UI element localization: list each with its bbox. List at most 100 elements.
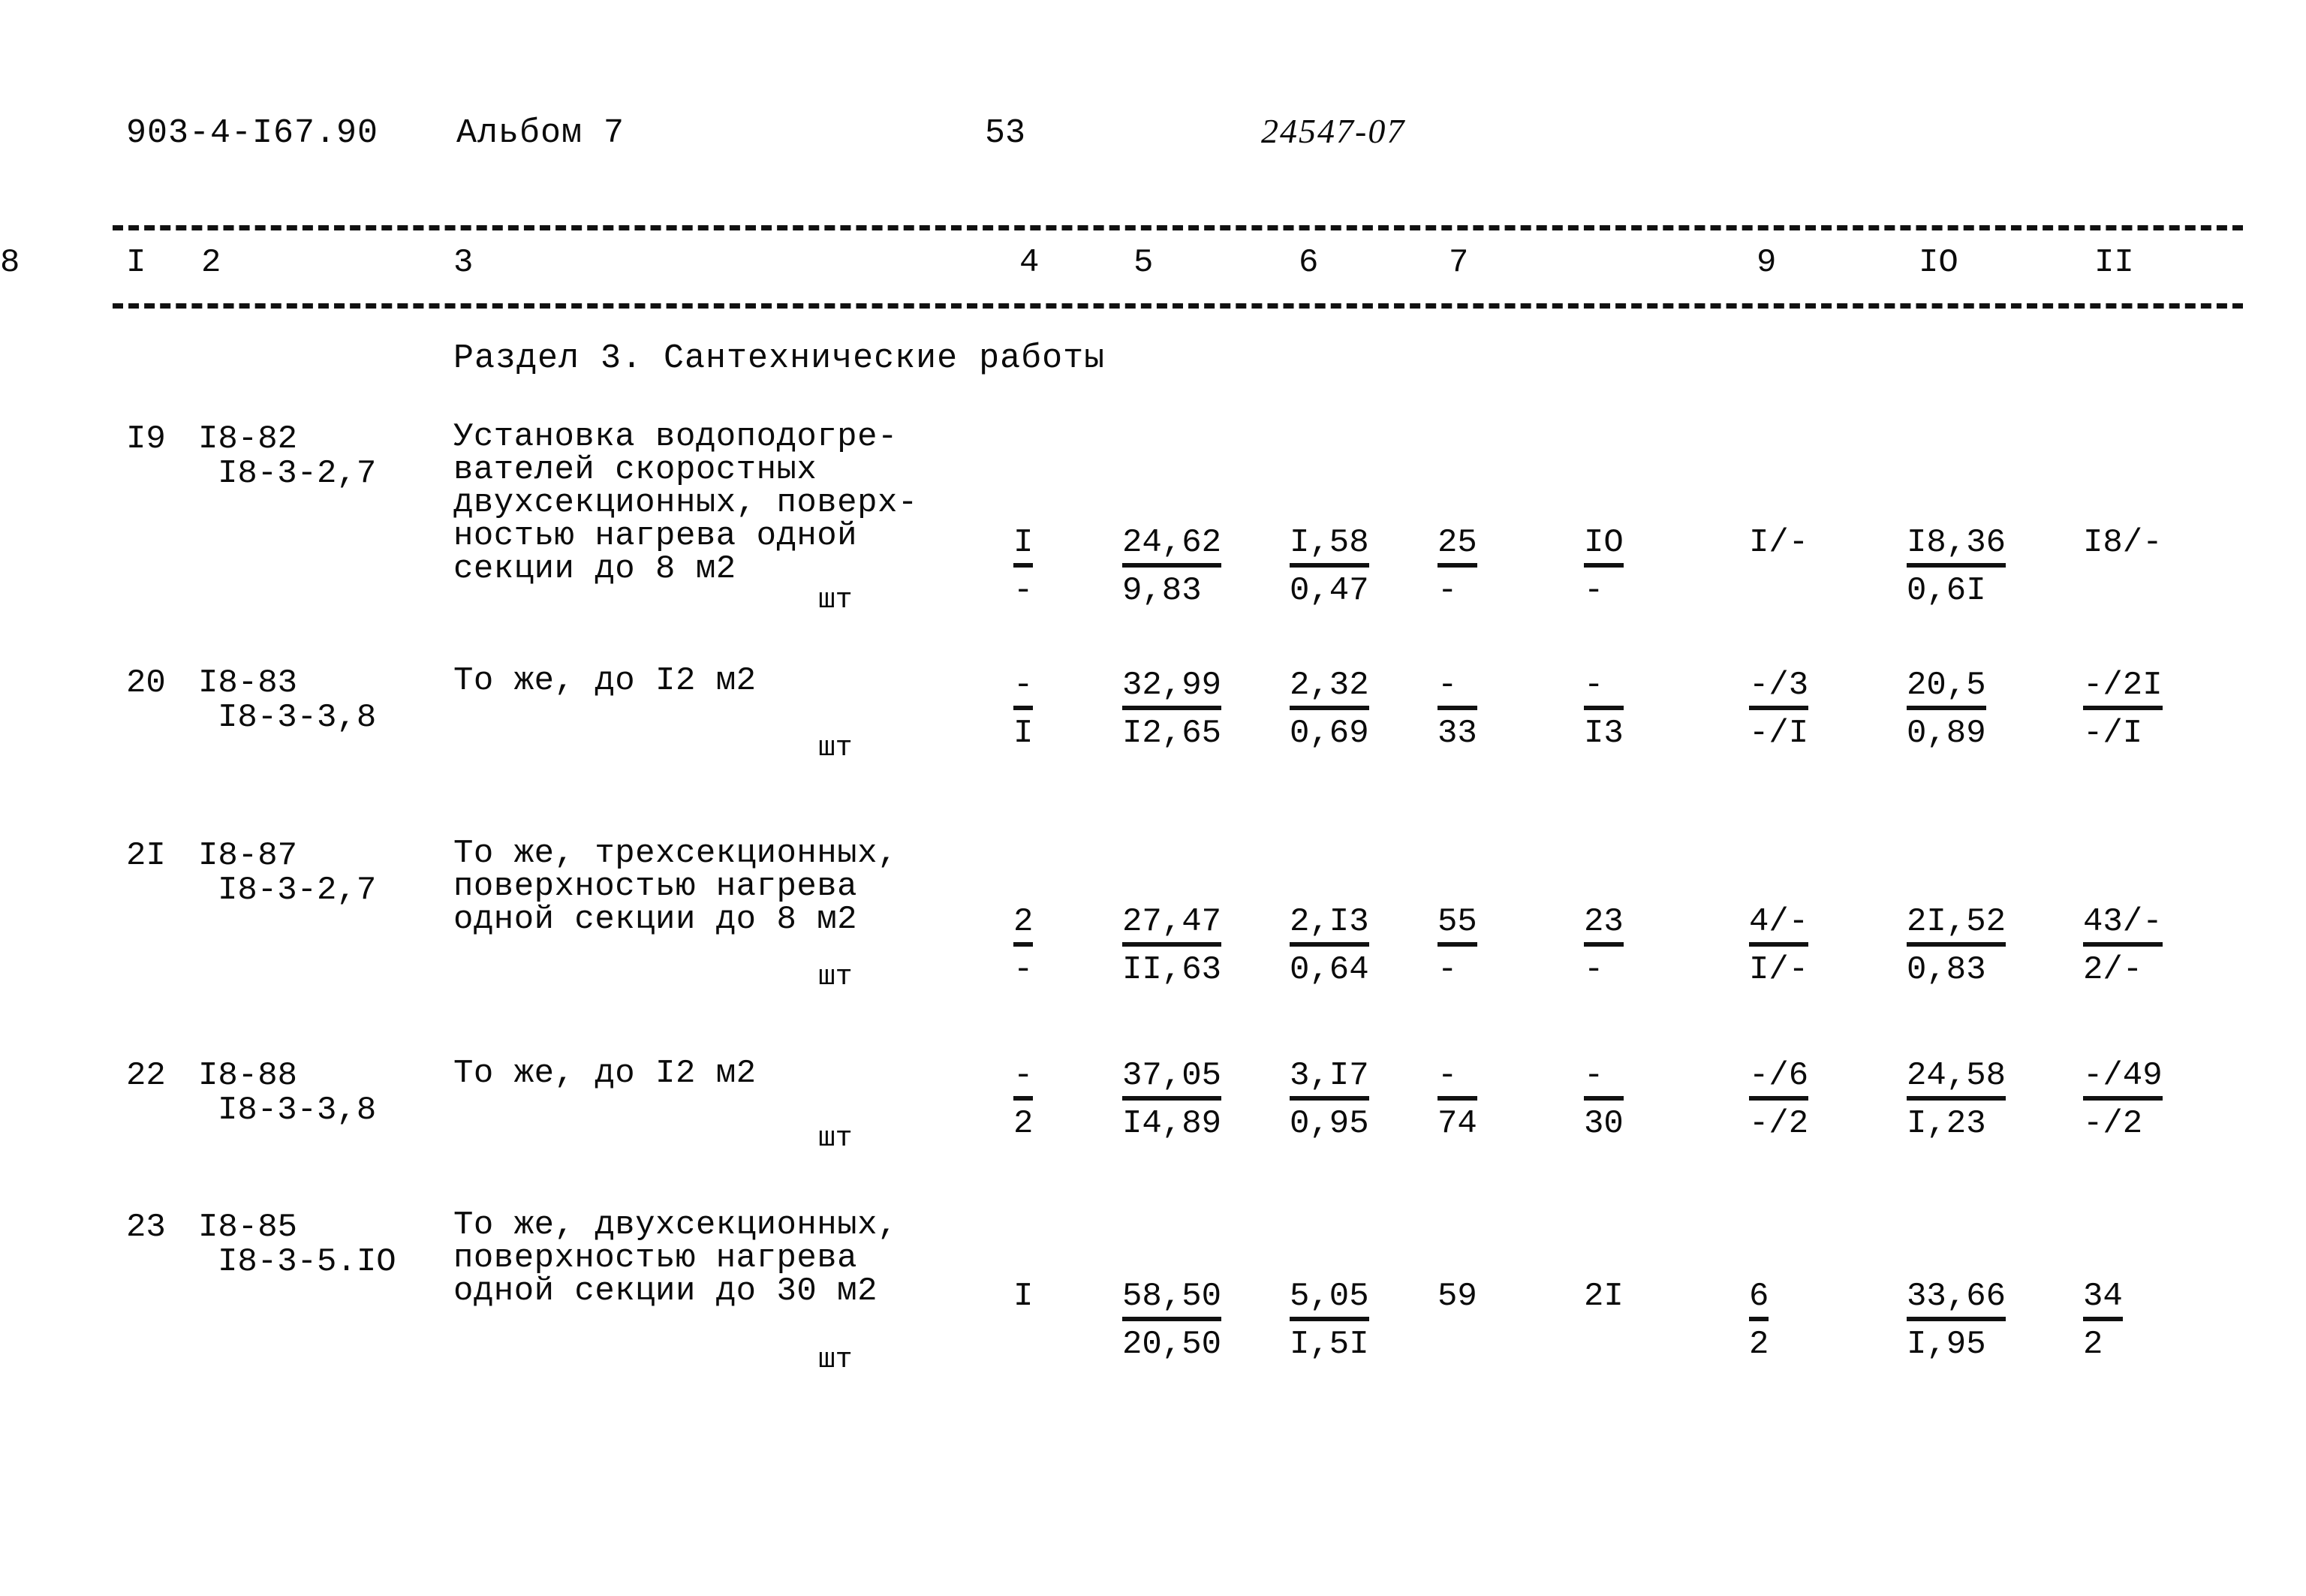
cell-value-lower: I [1013,715,1034,752]
cell-value-upper: - [1437,1057,1477,1101]
cell-col6: 2,I3 0,64 [1290,903,1369,989]
description-line: То же, трехсекционных, [453,835,898,872]
cell-value-lower: I2,65 [1122,715,1222,752]
norm-code-primary: I8-82 [198,420,298,458]
cell-col9: 62 [1749,1278,1769,1363]
cell-value-lower: 0,89 [1907,715,1986,752]
document-page: 903-4-I67.90 Альбом 7 53 24547-07 I 2 3 … [0,0,2306,1596]
row-number: 20 [126,664,166,702]
description-line: одной секции до 8 м2 [453,901,858,938]
cell-value-lower: II,63 [1122,951,1222,989]
cell-value-upper: 23 [1584,903,1624,947]
cell-value-upper: 24,58 [1907,1057,2006,1101]
column-number-9: 9 [1757,244,1777,282]
album-label: Альбом 7 [456,114,625,152]
cell-value-lower: 2 [2083,1326,2103,1363]
column-number-1: I [126,244,146,282]
cell-value-lower: 0,47 [1290,572,1369,610]
cell-col10: 33,66 I,95 [1907,1278,2006,1363]
cell-col5: 27,47 II,63 [1122,903,1222,989]
cell-value-upper: I,58 [1290,524,1369,568]
cell-value-upper: 5,05 [1290,1278,1369,1321]
cell-value-upper: 6 [1749,1278,1769,1321]
document-number: 24547-07 [1261,112,1406,150]
cell-value-upper: - [1013,1057,1034,1101]
cell-col8: - 30 [1584,1057,1624,1143]
cell-col10: 2I,52 0,83 [1907,903,2006,989]
cell-col10: I8,36 0,6I [1907,524,2006,610]
description-line: одной секции до 30 м2 [453,1272,878,1310]
cell-col7: - 74 [1437,1057,1477,1143]
cell-value-upper: - [1584,667,1624,710]
cell-value-lower: I3 [1584,715,1624,752]
cell-value-lower: 74 [1437,1105,1477,1143]
norm-code-primary: I8-88 [198,1057,298,1095]
cell-value-upper: 59 [1437,1278,1477,1315]
cell-value-upper: IO [1584,524,1624,568]
work-description: То же, до I2 м2 [453,1057,757,1090]
cell-value-upper: - [1437,667,1477,710]
cell-col11: 43/- 2/- [2083,903,2163,989]
cell-value-upper: -/49 [2083,1057,2163,1101]
cell-value-upper: 43/- [2083,903,2163,947]
cell-value-lower: 0,6I [1907,572,1986,610]
cell-value-upper: I8/- [2083,524,2163,562]
cell-col8: 23 - [1584,903,1624,989]
cell-col9: 4/- I/- [1749,903,1809,989]
unit-of-measure: шт [818,961,853,993]
cell-value-upper: 3,I7 [1290,1057,1369,1101]
cell-value-upper: 2 [1013,903,1034,947]
cell-col10: 20,5 0,89 [1907,667,1986,752]
cell-value-lower: - [1437,572,1458,610]
cell-value-lower: 33 [1437,715,1477,752]
cell-value-lower: - [1584,572,1604,610]
column-number-4: 4 [1019,244,1040,282]
description-line: поверхностью нагрева [453,868,858,905]
cell-col9: -/6 -/2 [1749,1057,1809,1143]
cell-col11: -/2I -/I [2083,667,2163,752]
cell-value-lower: 0,64 [1290,951,1369,989]
description-line: То же, до I2 м2 [453,662,757,700]
cell-value-lower: 2 [1749,1326,1769,1363]
cell-col7: 25 - [1437,524,1477,610]
cell-value-upper: 58,50 [1122,1278,1222,1321]
description-line: Установка водоподогре- [453,418,898,456]
cell-col9: I/- [1749,524,1808,563]
work-description: Установка водоподогре-вателей скоростных… [453,420,918,586]
column-number-5: 5 [1133,244,1154,282]
cell-col6: 3,I7 0,95 [1290,1057,1369,1143]
cell-value-lower: - [1013,951,1034,989]
row-number: 2I [126,837,166,875]
cell-value-upper: -/6 [1749,1057,1809,1101]
cell-col7: 59 [1437,1278,1477,1317]
unit-of-measure: шт [818,1122,853,1155]
unit-of-measure: шт [818,732,853,764]
cell-value-upper: 4/- [1749,903,1809,947]
cell-col8: - I3 [1584,667,1624,752]
table-rule-top [113,225,2243,230]
cell-value-upper: 2I,52 [1907,903,2006,947]
column-number-8: 8 [0,244,20,282]
cell-col6: I,58 0,47 [1290,524,1369,610]
cell-value-lower: - [1013,572,1034,610]
cell-col11: -/49 -/2 [2083,1057,2163,1143]
cell-value-upper: 25 [1437,524,1477,568]
cell-col11: I8/- [2083,524,2163,563]
description-line: ностью нагрева одной [453,517,858,555]
norm-code-secondary: I8-3-5.IO [218,1243,396,1281]
cell-value-upper: -/3 [1749,667,1809,710]
cell-value-lower: 9,83 [1122,572,1202,610]
cell-value-lower: 30 [1584,1105,1624,1143]
cell-col5: 24,62 9,83 [1122,524,1222,610]
cell-value-upper: - [1013,667,1034,710]
work-description: То же, до I2 м2 [453,664,757,697]
cell-col10: 24,58 I,23 [1907,1057,2006,1143]
cell-value-lower: I/- [1749,951,1809,989]
cell-value-lower: 0,95 [1290,1105,1369,1143]
description-line: То же, до I2 м2 [453,1055,757,1092]
cell-value-lower: 0,83 [1907,951,1986,989]
column-number-11: II [2094,244,2134,282]
cell-col4: I- [1013,524,1034,610]
cell-value-lower: -/I [1749,715,1809,752]
cell-value-upper: - [1584,1057,1624,1101]
